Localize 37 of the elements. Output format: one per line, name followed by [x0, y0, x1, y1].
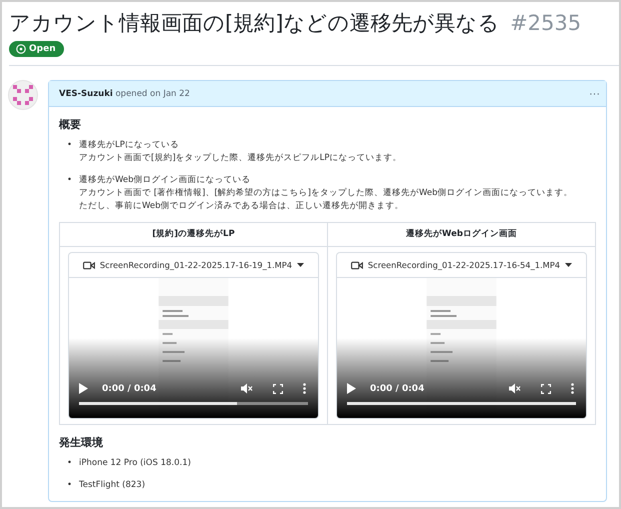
fullscreen-icon[interactable] — [273, 384, 283, 394]
video-progress-bar[interactable] — [79, 402, 308, 405]
bullet: • — [67, 174, 74, 187]
caret-icon[interactable] — [565, 263, 572, 267]
list-item: 遷移先がLPになっている アカウント画面で[規約]をタップした際、遷移先がスピフルLPになっています。 — [79, 139, 402, 165]
open-status-icon — [16, 44, 26, 54]
author-link[interactable]: VES-Suzuki — [59, 88, 113, 98]
list-item: 遷移先がWeb側ログイン画面になっている アカウント画面で [著作権情報]、[解約希望の方はこちら]をタップした際、遷移先がWeb側ログイン画面になっています。 ただし、事前にWeb側でログイン済みである場合は、正しい遷移先が開きます。 — [79, 174, 572, 213]
play-icon[interactable] — [347, 383, 356, 394]
column-header: 遷移先がWebログイン画面 — [328, 223, 595, 247]
bullet: • — [67, 139, 74, 152]
more-vertical-icon[interactable] — [303, 383, 306, 394]
column-header: [規約]の遷移先がLP — [60, 223, 327, 247]
status-badge: Open — [9, 41, 64, 57]
list-item: iPhone 12 Pro (iOS 18.0.1) — [79, 457, 191, 470]
video-time: 0:00 / 0:04 — [370, 384, 424, 394]
video-camera-icon — [82, 260, 95, 270]
muted-speaker-icon[interactable] — [241, 383, 253, 394]
more-vertical-icon[interactable] — [571, 383, 574, 394]
list-item: TestFlight (823) — [79, 479, 146, 492]
opened-date: opened on Jan 22 — [115, 88, 190, 98]
caret-icon[interactable] — [297, 263, 304, 267]
video-time: 0:00 / 0:04 — [102, 384, 156, 394]
bullet: • — [67, 457, 74, 470]
avatar — [8, 80, 38, 110]
issue-title: アカウント情報画面の[規約]などの遷移先が異なる — [9, 11, 500, 35]
fullscreen-icon[interactable] — [541, 384, 551, 394]
video-camera-icon — [350, 260, 363, 270]
bullet: • — [67, 479, 74, 492]
issue-number: #2535 — [510, 11, 582, 35]
video-filename[interactable]: ScreenRecording_01-22-2025.17-16-19_1.MP4 — [100, 260, 292, 270]
section-heading: 発生環境 — [59, 435, 104, 450]
muted-speaker-icon[interactable] — [509, 383, 521, 394]
section-heading: 概要 — [59, 117, 82, 132]
play-icon[interactable] — [79, 383, 88, 394]
video-filename[interactable]: ScreenRecording_01-22-2025.17-16-54_1.MP4 — [368, 260, 560, 270]
more-options-button[interactable]: ··· — [589, 88, 600, 100]
